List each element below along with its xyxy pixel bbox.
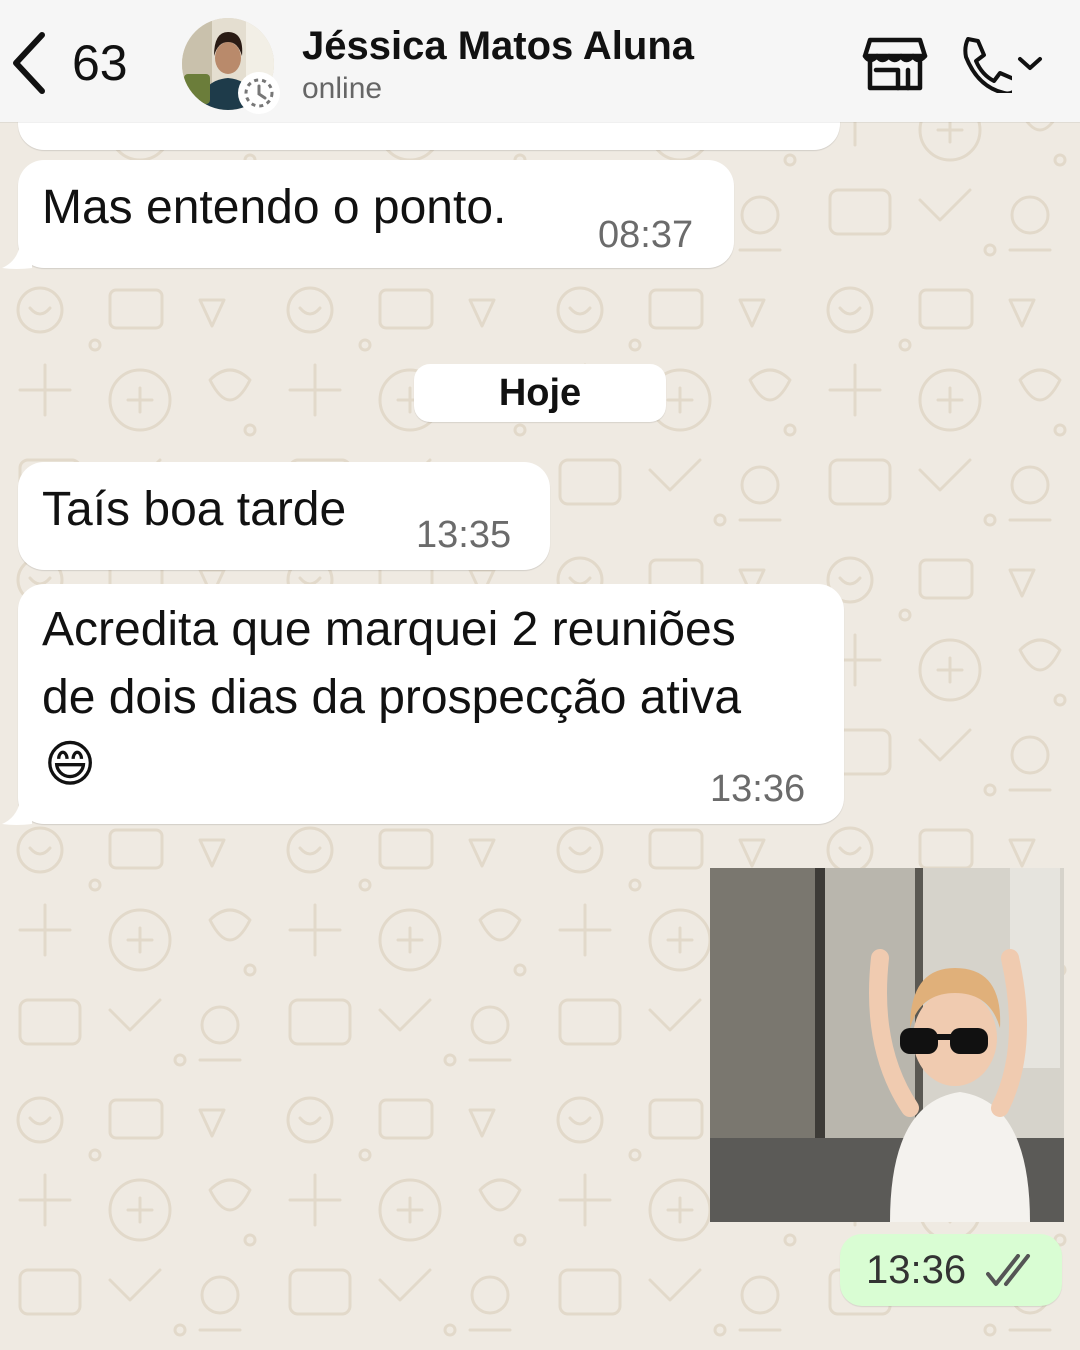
sent-image[interactable] xyxy=(710,868,1064,1222)
store-icon[interactable] xyxy=(862,36,928,92)
image-content xyxy=(710,868,1064,1222)
message-bubble[interactable]: Mas entendo o ponto. 08:37 xyxy=(18,160,734,268)
chevron-down-icon xyxy=(1018,57,1042,70)
phone-icon xyxy=(963,37,1012,93)
back-button[interactable]: 63 xyxy=(8,28,148,98)
outgoing-status: 13:36 xyxy=(840,1234,1062,1306)
message-time: 13:35 xyxy=(416,514,512,556)
message-time: 13:36 xyxy=(710,768,806,810)
status-icon xyxy=(238,72,280,114)
message-text-line: de dois dias da prospecção ativa xyxy=(42,671,742,724)
message-text: Mas entendo o ponto. xyxy=(42,181,507,234)
message-time: 13:36 xyxy=(866,1248,967,1292)
message-text-line: Acredita que marquei 2 reuniões xyxy=(42,603,736,656)
contact-name[interactable]: Jéssica Matos Aluna xyxy=(302,24,694,69)
message-text: Taís boa tarde xyxy=(42,483,347,536)
message-time: 08:37 xyxy=(598,214,694,256)
bubble-tail xyxy=(2,246,32,269)
contact-status: online xyxy=(302,72,383,105)
chevron-left-icon xyxy=(13,32,45,94)
emoji: 😄 xyxy=(44,736,97,792)
double-check-icon xyxy=(986,1254,1030,1286)
bubble-tail xyxy=(2,802,32,825)
call-button[interactable] xyxy=(956,34,1050,94)
message-bubble[interactable]: Acredita que marquei 2 reuniões de dois … xyxy=(18,584,844,824)
message-bubble[interactable]: Taís boa tarde 13:35 xyxy=(18,462,550,570)
chat-header: 63 Jéssica Matos Aluna online xyxy=(0,0,1080,122)
date-divider: Hoje xyxy=(414,364,666,422)
unread-count: 63 xyxy=(72,35,128,91)
